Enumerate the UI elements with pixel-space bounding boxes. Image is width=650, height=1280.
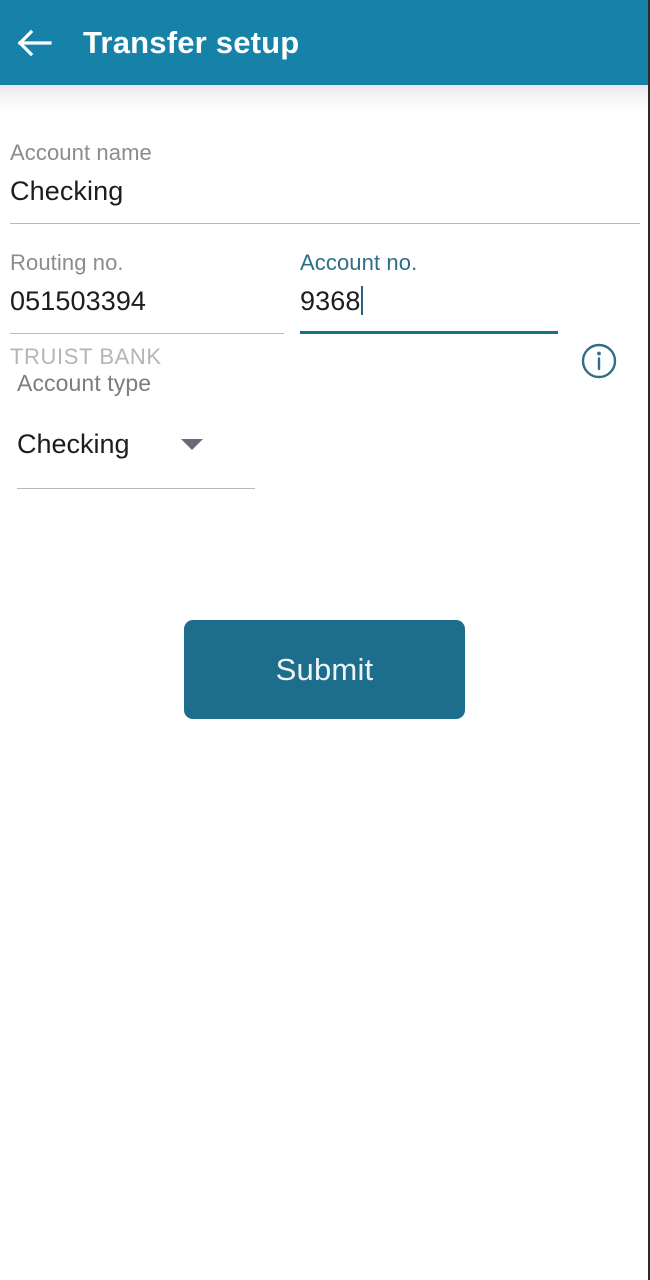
arrow-left-icon bbox=[17, 29, 52, 56]
account-number-value-wrap[interactable]: 9368 bbox=[300, 286, 364, 317]
routing-number-helper-text: TRUIST BANK bbox=[10, 344, 162, 369]
account-type-value: Checking bbox=[17, 429, 130, 459]
back-button[interactable] bbox=[5, 13, 65, 73]
account-name-field[interactable]: Account name Checking bbox=[10, 140, 640, 224]
routing-number-label: Routing no. bbox=[10, 250, 124, 275]
account-name-underline bbox=[10, 223, 640, 224]
account-type-label: Account type bbox=[17, 370, 152, 396]
page-title: Transfer setup bbox=[83, 24, 300, 60]
account-number-label: Account no. bbox=[300, 250, 418, 275]
account-number-field[interactable]: Account no. 9368 bbox=[300, 250, 558, 334]
app-bar: Transfer setup bbox=[0, 0, 648, 85]
info-button[interactable] bbox=[578, 340, 620, 382]
text-cursor bbox=[361, 286, 364, 315]
info-circle-icon bbox=[581, 343, 617, 379]
chevron-down-icon bbox=[180, 439, 203, 450]
routing-number-value[interactable]: 051503394 bbox=[10, 286, 284, 317]
account-name-value[interactable]: Checking bbox=[10, 176, 640, 207]
account-number-underline bbox=[300, 331, 558, 334]
account-type-select[interactable]: Checking bbox=[17, 429, 317, 460]
account-number-value: 9368 bbox=[300, 286, 361, 316]
transfer-setup-screen: Transfer setup Account name Checking Rou… bbox=[0, 0, 650, 1280]
account-type-underline bbox=[17, 488, 255, 489]
account-type-field[interactable]: Account type Checking bbox=[17, 370, 317, 489]
account-name-label: Account name bbox=[10, 140, 152, 165]
submit-button[interactable]: Submit bbox=[184, 620, 465, 719]
routing-number-field[interactable]: Routing no. 051503394 TRUIST BANK bbox=[10, 250, 284, 370]
routing-number-underline bbox=[10, 333, 284, 334]
app-bar-shadow bbox=[0, 85, 648, 111]
